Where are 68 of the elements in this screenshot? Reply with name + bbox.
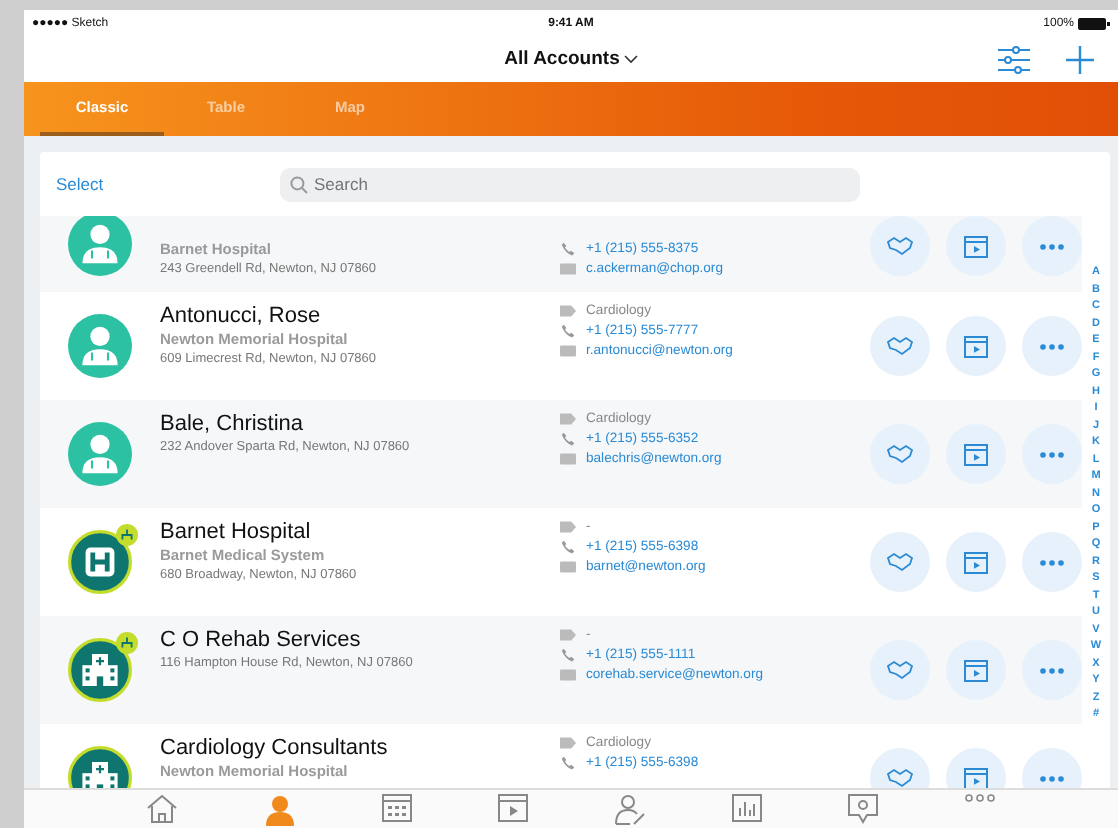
account-name: Cardiology Consultants: [160, 736, 390, 761]
film-play-icon: [964, 235, 988, 257]
handshake-button[interactable]: [870, 532, 930, 592]
phone-icon: [560, 756, 576, 770]
account-name: C O Rehab Services: [160, 628, 363, 653]
select-button[interactable]: Select: [40, 172, 280, 196]
mail-icon: [560, 344, 576, 358]
film-play-icon: [964, 443, 988, 465]
media-button[interactable]: [946, 640, 1006, 700]
add-icon[interactable]: [1066, 45, 1094, 73]
filter-sliders-icon[interactable]: [998, 45, 1030, 73]
mail-icon: [560, 452, 576, 466]
phone-icon: [560, 242, 576, 256]
phone-icon: [560, 324, 576, 338]
phone-icon: [560, 648, 576, 662]
handshake-button[interactable]: [870, 316, 930, 376]
tag-icon: [560, 304, 576, 318]
speech-bubble-icon: [847, 794, 878, 824]
media-button[interactable]: [946, 424, 1006, 484]
handshake-button[interactable]: [870, 424, 930, 484]
phone-icon: [560, 432, 576, 446]
home-icon: [146, 794, 179, 824]
mail-icon: [560, 560, 576, 574]
search-icon: [290, 175, 308, 193]
mail-icon: [560, 262, 576, 276]
film-play-icon: [498, 794, 529, 822]
handshake-button[interactable]: [870, 216, 930, 276]
doctor-avatar-icon: [68, 216, 132, 276]
account-name: Antonucci, Rose: [160, 304, 323, 329]
person-icon: [264, 794, 297, 826]
handshake-button[interactable]: [870, 640, 930, 700]
hospital-building-icon: [68, 638, 132, 702]
mail-icon: [560, 668, 576, 682]
tag-icon: [560, 520, 576, 534]
tag-icon: [560, 628, 576, 642]
more-dots-icon: [1040, 559, 1064, 565]
film-play-icon: [964, 551, 988, 573]
person-pen-icon: [613, 794, 646, 826]
account-name: Bale, Christina: [160, 412, 306, 437]
more-dots-icon: [1040, 451, 1064, 457]
media-button[interactable]: [946, 216, 1006, 276]
more-dots-icon: [963, 794, 996, 802]
doctor-avatar-icon: [68, 314, 132, 378]
film-play-icon: [964, 659, 988, 681]
doctor-avatar-icon: [68, 422, 132, 486]
media-button[interactable]: [946, 532, 1006, 592]
account-name: Barnet Hospital: [160, 520, 313, 545]
more-button[interactable]: [1022, 532, 1082, 592]
calendar-icon: [382, 794, 413, 822]
phone-icon: [560, 540, 576, 554]
media-button[interactable]: [946, 316, 1006, 376]
more-dots-icon: [1040, 667, 1064, 673]
hospital-h-icon: [68, 530, 132, 594]
more-dots-icon: [1040, 243, 1064, 249]
account-filter-dropdown[interactable]: All Accounts: [504, 48, 638, 70]
more-button[interactable]: [1022, 316, 1082, 376]
battery-icon: [1078, 17, 1110, 29]
tag-icon: [560, 736, 576, 750]
more-button[interactable]: [1022, 640, 1082, 700]
more-dots-icon: [1040, 343, 1064, 349]
chevron-down-icon: [623, 54, 638, 64]
more-button[interactable]: [1022, 216, 1082, 276]
tag-icon: [560, 412, 576, 426]
film-play-icon: [964, 335, 988, 357]
search-field[interactable]: Search: [280, 167, 860, 201]
chart-icon: [731, 794, 762, 822]
more-dots-icon: [1040, 775, 1064, 781]
more-button[interactable]: [1022, 424, 1082, 484]
